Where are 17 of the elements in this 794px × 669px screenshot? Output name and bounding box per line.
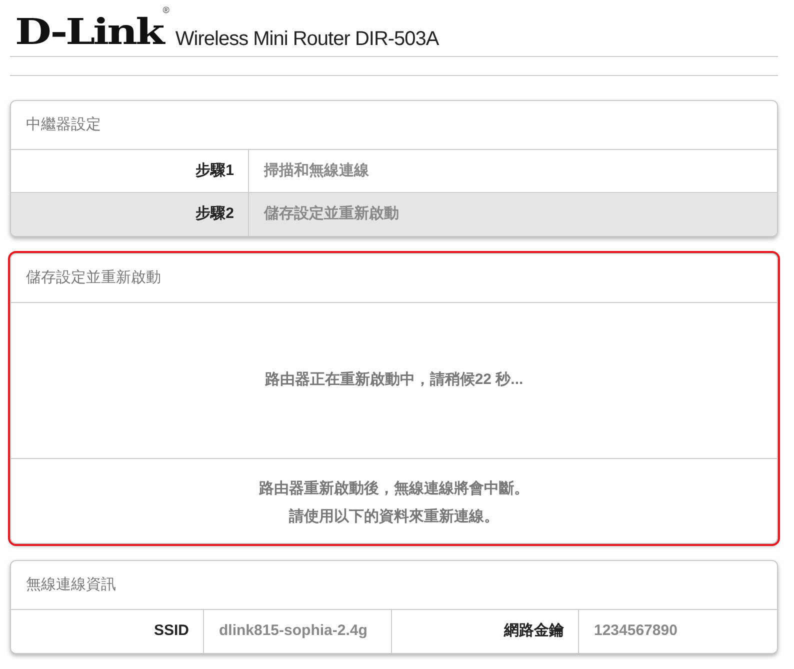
step-text: 儲存設定並重新啟動 (264, 204, 399, 224)
logo: D-Link (15, 14, 163, 50)
field-label: 網路金鑰 (504, 621, 564, 642)
registered-mark: ® (162, 4, 170, 16)
panel-title: 中繼器設定 (26, 114, 101, 135)
panel-title: 無線連線資訊 (26, 574, 116, 595)
reboot-message: 路由器正在重新啟動中，請稍候22 秒... (264, 370, 524, 390)
step-text: 掃描和無線連線 (264, 160, 369, 181)
step-label: 步驟2 (196, 204, 234, 224)
note-text: 路由器重新啟動後，無線連線將會中斷。 (258, 479, 530, 499)
field-value: 1234567890 (594, 621, 678, 642)
product-name: Wireless Mini Router DIR-503A (175, 28, 439, 50)
field-value: dlink815-sophia-2.4g (219, 621, 368, 642)
step-label: 步驟1 (196, 160, 234, 181)
note-text: 請使用以下的資料來重新連線。 (288, 507, 500, 527)
panel-title: 儲存設定並重新啟動 (26, 268, 161, 288)
field-label: SSID (154, 621, 189, 642)
